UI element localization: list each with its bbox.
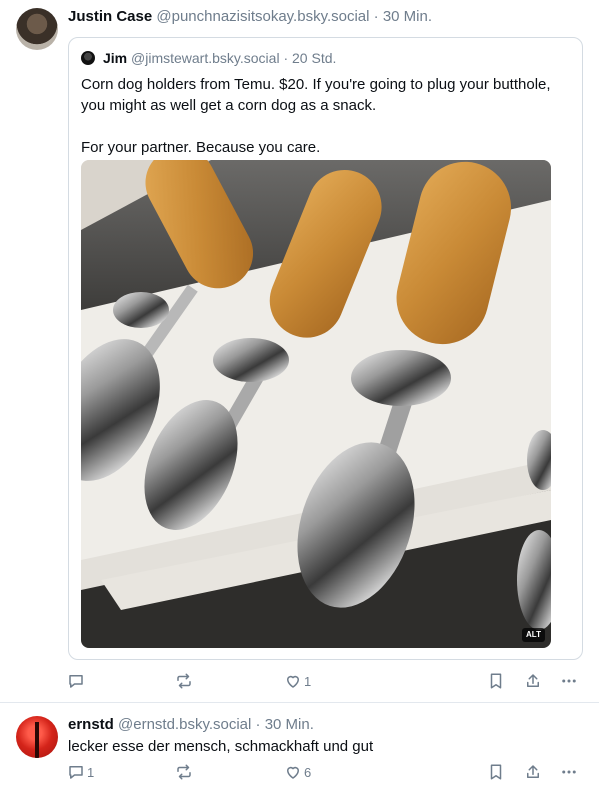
bookmark-icon — [490, 764, 502, 780]
post-time[interactable]: 30 Min. — [383, 8, 432, 25]
quoted-post[interactable]: Jim @jimstewart.bsky.social · 20 Std. Co… — [68, 37, 583, 660]
like-button[interactable]: 6 — [284, 761, 311, 783]
share-icon — [527, 765, 539, 778]
quoted-post-text: Corn dog holders from Temu. $20. If you'… — [81, 74, 571, 158]
quoted-author-handle[interactable]: @jimstewart.bsky.social — [131, 50, 280, 66]
more-options-button[interactable] — [560, 670, 578, 692]
quoted-avatar[interactable] — [81, 51, 95, 65]
more-options-button[interactable] — [560, 761, 578, 783]
quoted-author-name[interactable]: Jim — [103, 50, 127, 66]
reply-button[interactable] — [67, 670, 87, 692]
like-count: 1 — [304, 673, 312, 689]
post-image[interactable]: ALT — [81, 160, 551, 648]
post-ernstd[interactable]: ernstd @ernstd.bsky.social · 30 Min. lec… — [0, 703, 599, 789]
share-button[interactable] — [524, 670, 542, 692]
repost-icon — [177, 764, 191, 780]
post-justin-case[interactable]: Justin Case @punchnazisitsokay.bsky.soci… — [0, 0, 599, 703]
like-icon — [287, 766, 299, 779]
post-header: ernstd @ernstd.bsky.social · 30 Min. — [68, 716, 314, 734]
author-handle[interactable]: @ernstd.bsky.social — [118, 716, 251, 733]
author-name[interactable]: ernstd — [68, 716, 114, 733]
bookmark-button[interactable] — [488, 761, 504, 783]
like-icon — [287, 675, 299, 688]
alt-text-badge[interactable]: ALT — [522, 628, 545, 642]
like-button[interactable]: 1 — [284, 670, 311, 692]
reply-count: 1 — [87, 764, 95, 780]
repost-button[interactable] — [175, 670, 195, 692]
separator-dot: · — [283, 50, 289, 66]
avatar[interactable] — [16, 8, 58, 50]
corn-dog-photo — [81, 160, 551, 648]
post-time[interactable]: 30 Min. — [265, 716, 314, 733]
reply-button[interactable]: 1 — [67, 761, 94, 783]
quoted-header: Jim @jimstewart.bsky.social · 20 Std. — [103, 50, 336, 67]
quoted-post-time[interactable]: 20 Std. — [292, 50, 336, 66]
author-handle[interactable]: @punchnazisitsokay.bsky.social — [156, 8, 369, 25]
more-icon — [562, 770, 576, 774]
like-count: 6 — [304, 764, 312, 780]
repost-icon — [177, 673, 191, 689]
quoted-text-paragraph-2: For your partner. Because you care. — [81, 139, 321, 156]
post-actions: 1 6 — [0, 761, 599, 783]
bookmark-button[interactable] — [488, 670, 504, 692]
author-name[interactable]: Justin Case — [68, 8, 152, 25]
avatar[interactable] — [16, 716, 58, 758]
share-icon — [527, 674, 539, 687]
post-text: lecker esse der mensch, schmackhaft und … — [68, 738, 374, 755]
reply-icon — [69, 766, 83, 779]
separator-dot: · — [373, 8, 379, 25]
repost-button[interactable] — [175, 761, 195, 783]
bookmark-icon — [490, 673, 502, 689]
post-header: Justin Case @punchnazisitsokay.bsky.soci… — [68, 8, 432, 26]
separator-dot: · — [255, 716, 261, 733]
reply-icon — [69, 675, 83, 688]
more-icon — [562, 679, 576, 683]
share-button[interactable] — [524, 761, 542, 783]
post-actions: 1 — [0, 670, 599, 692]
quoted-text-paragraph-1: Corn dog holders from Temu. $20. If you'… — [81, 76, 551, 114]
